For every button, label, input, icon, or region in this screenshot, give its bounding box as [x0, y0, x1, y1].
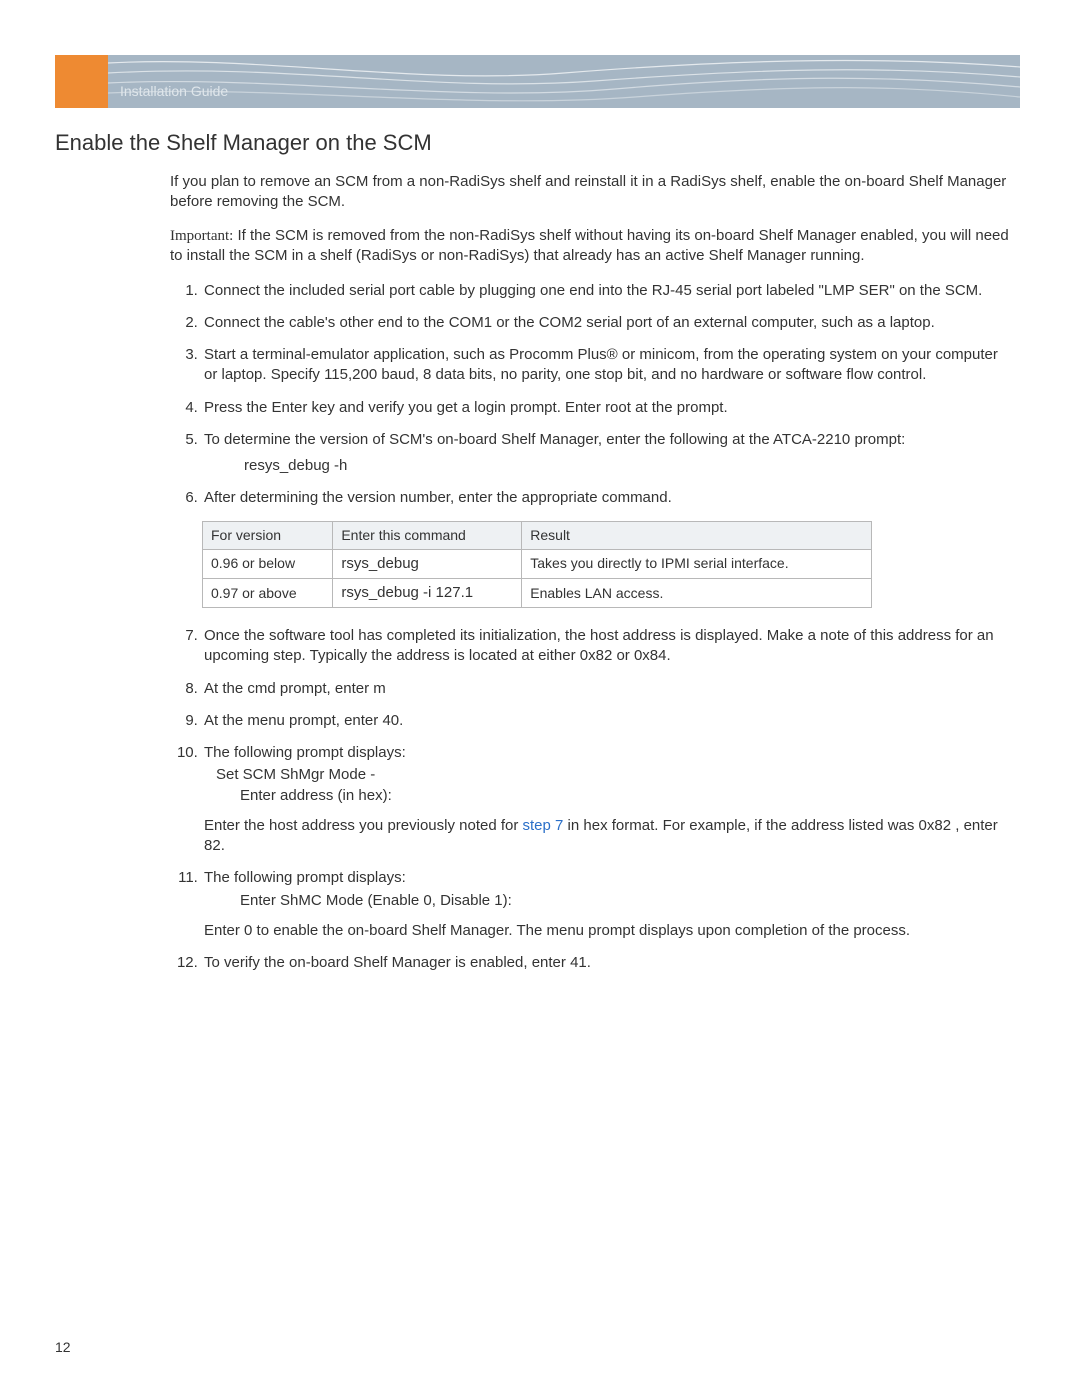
intro-paragraph: If you plan to remove an SCM from a non-… — [170, 172, 1015, 213]
step-8-b: prompt, enter — [276, 680, 374, 697]
table-row: 0.97 or above rsys_debug -i 127.1 Enable… — [203, 578, 872, 607]
document-page: Installation Guide Enable the Shelf Mana… — [0, 0, 1080, 1397]
step-7-link[interactable]: step 7 — [523, 817, 564, 834]
cell-result: Enables LAN access. — [522, 578, 872, 607]
step-2-text: Connect the cable's other end to the COM… — [204, 314, 935, 331]
step-11-b1: Enter — [204, 922, 244, 939]
important-text: If the SCM is removed from the non-RadiS… — [170, 227, 1009, 264]
step-4-b: prompt. Enter — [506, 399, 605, 416]
cell-command: rsys_debug — [333, 549, 522, 578]
step-4-c: at the prompt. — [631, 399, 728, 416]
table-row: 0.96 or below rsys_debug Takes you direc… — [203, 549, 872, 578]
step-4: Press the Enter key and verify you get a… — [202, 398, 1015, 418]
step-11-a: The following prompt displays: — [204, 869, 406, 886]
header-banner: Installation Guide — [55, 55, 1020, 108]
cell-version: 0.96 or below — [203, 549, 333, 578]
step-1: Connect the included serial port cable b… — [202, 281, 1015, 301]
page-number: 12 — [55, 1338, 71, 1357]
login-literal: login — [474, 399, 506, 416]
cell-version: 0.97 or above — [203, 578, 333, 607]
step-6: After determining the version number, en… — [202, 488, 1015, 508]
important-label: Important: — [170, 228, 233, 244]
step-5-text: To determine the version of SCM's on-boa… — [204, 431, 905, 448]
step-9: At the menu prompt, enter 40. — [202, 711, 1015, 731]
step-4-a: Press the Enter key and verify you get a — [204, 399, 474, 416]
step-11: The following prompt displays: Enter ShM… — [202, 868, 1015, 941]
section-title: Enable the Shelf Manager on the SCM — [55, 128, 1020, 158]
step-7: Once the software tool has completed its… — [202, 626, 1015, 667]
th-command: Enter this command — [333, 521, 522, 549]
th-version: For version — [203, 521, 333, 549]
step-12-a: To verify the on-board Shelf Manager is … — [204, 954, 570, 971]
step-8-a: At the — [204, 680, 247, 697]
fortyone-literal: 41 — [570, 954, 587, 971]
eightytwo-literal: 82 — [204, 837, 221, 854]
step-11-body: Enter 0 to enable the on-board Shelf Man… — [204, 921, 1015, 941]
step-11-b3: prompt displays upon completion of the p… — [584, 922, 910, 939]
step-8: At the cmd prompt, enter m — [202, 679, 1015, 699]
cell-result: Takes you directly to IPMI serial interf… — [522, 549, 872, 578]
banner-accent — [55, 55, 108, 108]
step-1-text: Connect the included serial port cable b… — [204, 282, 982, 299]
command-table: For version Enter this command Result 0.… — [202, 521, 872, 608]
step-10-b3: . — [221, 837, 225, 854]
cell-command: rsys_debug -i 127.1 — [333, 578, 522, 607]
step-10-a: The following prompt displays: — [204, 744, 406, 761]
step-3-text: Start a terminal-emulator application, s… — [204, 346, 998, 383]
step-7-text: Once the software tool has completed its… — [204, 627, 994, 664]
step-9-a: At the — [204, 712, 247, 729]
step-10-body: Enter the host address you previously no… — [204, 816, 1015, 857]
step-10-prompt: Set SCM ShMgr Mode - Enter address (in h… — [216, 765, 1015, 806]
step-10-b2: in hex format. For example, if the addre… — [563, 817, 997, 834]
step-6-text: After determining the version number, en… — [204, 489, 672, 506]
step-10: The following prompt displays: Set SCM S… — [202, 743, 1015, 856]
content-block: If you plan to remove an SCM from a non-… — [170, 172, 1015, 974]
menu-literal: menu — [247, 712, 285, 729]
step-5: To determine the version of SCM's on-boa… — [202, 430, 1015, 477]
step-12: To verify the on-board Shelf Manager is … — [202, 953, 1015, 973]
table-header-row: For version Enter this command Result — [203, 521, 872, 549]
step-12-b: . — [587, 954, 591, 971]
important-paragraph: Important: If the SCM is removed from th… — [170, 226, 1015, 267]
step-9-c: . — [399, 712, 403, 729]
step-10-prompt-line1: Set SCM ShMgr Mode - — [216, 765, 1015, 785]
banner-main: Installation Guide — [108, 55, 1020, 108]
th-result: Result — [522, 521, 872, 549]
menu-literal-2: menu — [546, 922, 584, 939]
cmd-literal: cmd — [247, 680, 275, 697]
banner-label: Installation Guide — [120, 82, 228, 101]
step-9-b: prompt, enter — [285, 712, 383, 729]
step-10-prompt-line2: Enter address (in hex): — [240, 786, 1015, 806]
step-11-b2: to enable the on-board Shelf Manager. Th… — [252, 922, 546, 939]
steps-list: Connect the included serial port cable b… — [170, 281, 1015, 509]
step-3: Start a terminal-emulator application, s… — [202, 345, 1015, 386]
step-11-prompt: Enter ShMC Mode (Enable 0, Disable 1): — [240, 891, 1015, 911]
m-literal: m — [373, 680, 386, 697]
step-10-b1: Enter the host address you previously no… — [204, 817, 523, 834]
step-2: Connect the cable's other end to the COM… — [202, 313, 1015, 333]
steps-list-2: Once the software tool has completed its… — [170, 626, 1015, 973]
step-5-code: resys_debug -h — [244, 456, 1015, 476]
forty-literal: 40 — [382, 712, 399, 729]
root-literal: root — [605, 399, 631, 416]
